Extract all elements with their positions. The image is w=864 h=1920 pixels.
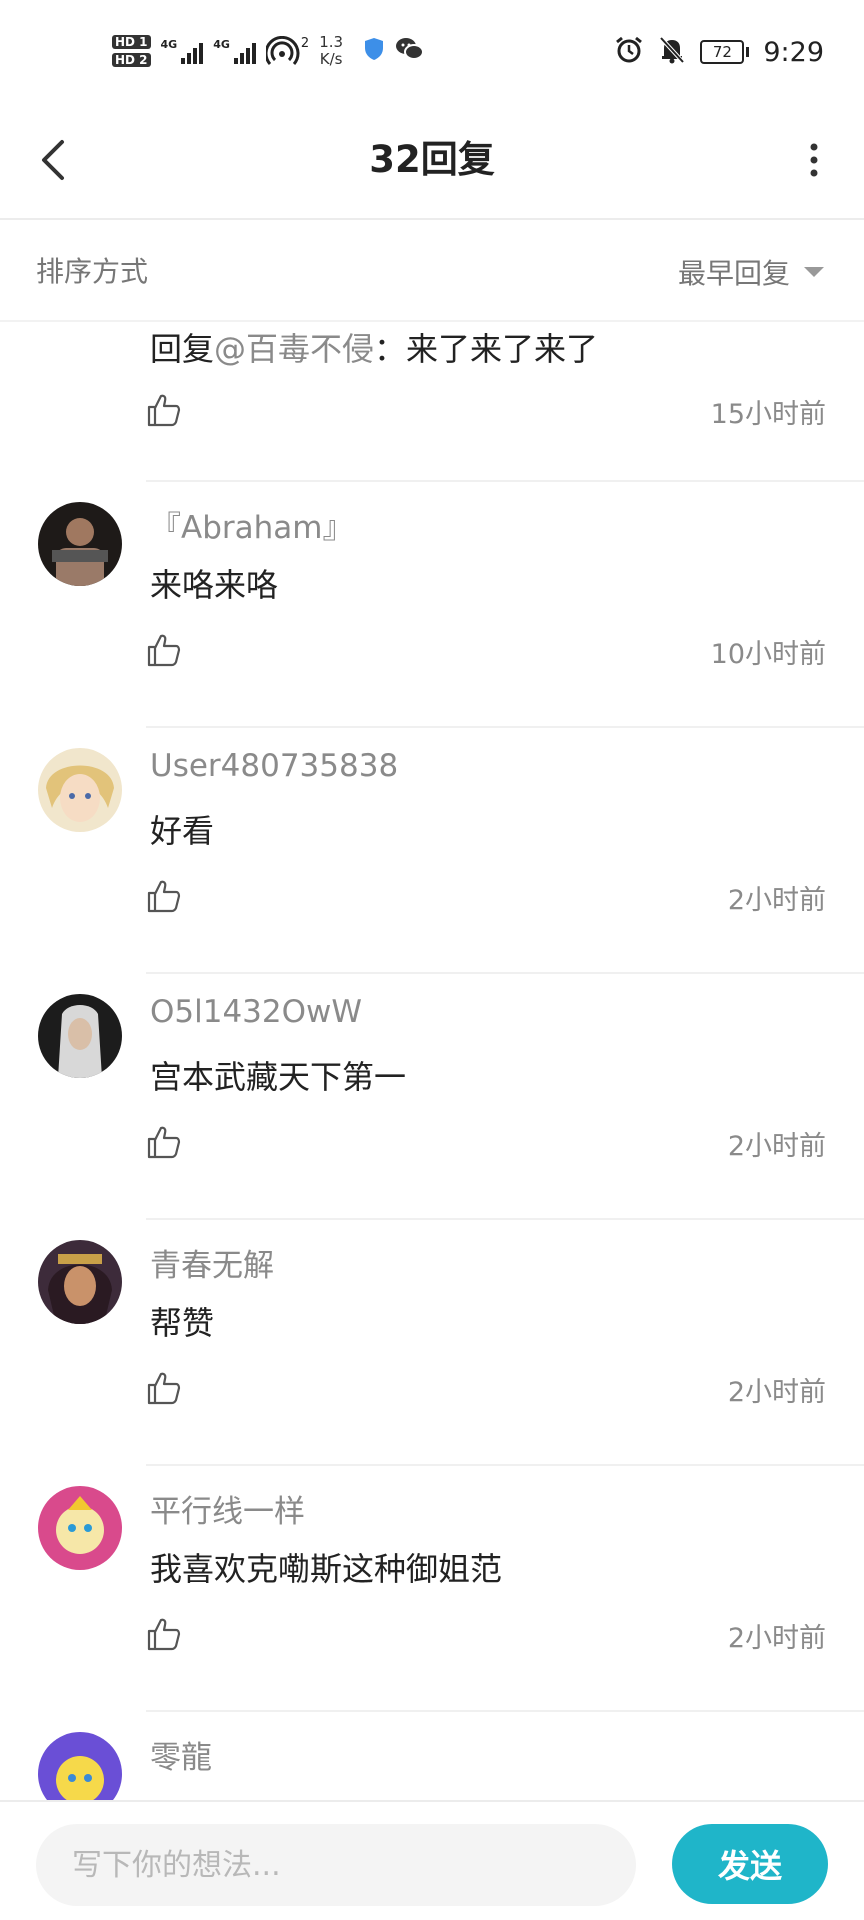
hd1-badge: HD 1 bbox=[112, 35, 151, 49]
reply-time: 2小时前 bbox=[727, 1377, 826, 1408]
more-vertical-icon bbox=[810, 143, 818, 177]
mention-link[interactable]: @百毒不侵 bbox=[214, 330, 374, 368]
network-2-label: 4G bbox=[213, 38, 230, 51]
status-right: 72 9:29 bbox=[614, 30, 824, 74]
avatar[interactable] bbox=[38, 1240, 122, 1324]
reply-username[interactable]: O5l1432OwW bbox=[150, 994, 362, 1030]
reply-username[interactable]: User480735838 bbox=[150, 748, 398, 784]
speed-unit: K/s bbox=[319, 50, 343, 68]
reply-content: 宫本武藏天下第一 bbox=[150, 1058, 407, 1096]
reply-content: 帮赞 bbox=[150, 1304, 215, 1342]
like-button[interactable] bbox=[146, 1616, 182, 1652]
speed-value: 1.3 bbox=[319, 33, 344, 51]
reply-item: 零龍 bbox=[0, 1712, 864, 1800]
status-bar: HD 1 HD 2 4G 4G 2 1.3 K/s 72 9:29 bbox=[0, 0, 864, 100]
reply-time: 2小时前 bbox=[727, 885, 826, 916]
avatar[interactable] bbox=[38, 1732, 122, 1800]
screen: HD 1 HD 2 4G 4G 2 1.3 K/s 72 9:29 32回复 排… bbox=[0, 0, 864, 1920]
more-button[interactable] bbox=[794, 130, 834, 190]
reply-content: 好看 bbox=[150, 812, 215, 850]
reply-list[interactable]: 回复@百毒不侵：来了来了来了 15小时前 『Abraham』 来咯来咯 10小时… bbox=[0, 324, 864, 1800]
thumbs-up-icon bbox=[147, 634, 181, 667]
status-left: HD 1 HD 2 4G 4G 2 1.3 K/s bbox=[112, 26, 425, 76]
clock: 9:29 bbox=[763, 36, 824, 68]
sort-value: 最早回复 bbox=[677, 257, 790, 290]
avatar[interactable] bbox=[38, 748, 122, 832]
battery-level: 72 bbox=[700, 40, 745, 64]
reply-content: 我喜欢克嘞斯这种御姐范 bbox=[150, 1550, 503, 1588]
reply-username[interactable]: 青春无解 bbox=[150, 1240, 274, 1285]
like-button[interactable] bbox=[146, 878, 182, 914]
reply-item: 回复@百毒不侵：来了来了来了 15小时前 bbox=[0, 324, 864, 482]
alarm-icon bbox=[614, 35, 644, 69]
thumbs-up-icon bbox=[147, 880, 181, 913]
network-1-label: 4G bbox=[160, 38, 178, 51]
sort-bar: 排序方式 最早回复 bbox=[0, 222, 864, 322]
send-button[interactable]: 发送 bbox=[672, 1824, 828, 1904]
like-button[interactable] bbox=[146, 392, 182, 428]
reply-item: O5l1432OwW 宫本武藏天下第一 2小时前 bbox=[0, 974, 864, 1220]
reply-content: 来咯来咯 bbox=[150, 566, 279, 604]
caret-down-icon bbox=[804, 267, 824, 277]
thumbs-up-icon bbox=[147, 394, 181, 427]
header: 32回复 bbox=[0, 100, 864, 220]
mute-bell-icon bbox=[658, 35, 686, 69]
hotspot-icon: 2 bbox=[265, 36, 310, 66]
comment-input[interactable] bbox=[36, 1824, 636, 1906]
reply-item: User480735838 好看 2小时前 bbox=[0, 728, 864, 974]
reply-content: 回复@百毒不侵：来了来了来了 bbox=[150, 324, 598, 370]
sort-label: 排序方式 bbox=[36, 255, 149, 288]
composer-bar: 发送 bbox=[0, 1800, 864, 1920]
thumbs-up-icon bbox=[147, 1126, 181, 1159]
hd2-badge: HD 2 bbox=[112, 53, 151, 67]
wechat-icon bbox=[395, 36, 425, 66]
reply-username[interactable]: 零龍 bbox=[150, 1732, 212, 1777]
avatar[interactable] bbox=[38, 502, 122, 586]
hd-indicators: HD 1 HD 2 bbox=[112, 35, 151, 67]
reply-time: 2小时前 bbox=[727, 1623, 826, 1654]
reply-item: 平行线一样 我喜欢克嘞斯这种御姐范 2小时前 bbox=[0, 1466, 864, 1712]
reply-username[interactable]: 『Abraham』 bbox=[150, 502, 353, 547]
reply-item: 『Abraham』 来咯来咯 10小时前 bbox=[0, 482, 864, 728]
reply-item: 青春无解 帮赞 2小时前 bbox=[0, 1220, 864, 1466]
sort-dropdown[interactable]: 最早回复 bbox=[678, 222, 824, 322]
signal-2-icon: 4G bbox=[213, 38, 256, 64]
signal-1-icon: 4G bbox=[161, 38, 204, 64]
thumbs-up-icon bbox=[147, 1372, 181, 1405]
hotspot-count: 2 bbox=[300, 36, 310, 51]
like-button[interactable] bbox=[146, 632, 182, 668]
page-title: 32回复 bbox=[369, 138, 495, 181]
avatar[interactable] bbox=[38, 1486, 122, 1570]
avatar[interactable] bbox=[38, 994, 122, 1078]
thumbs-up-icon bbox=[147, 1618, 181, 1651]
reply-username[interactable]: 平行线一样 bbox=[150, 1486, 305, 1531]
battery-icon: 72 bbox=[700, 40, 750, 64]
shield-icon bbox=[363, 37, 385, 65]
network-speed: 1.3 K/s bbox=[319, 34, 343, 68]
reply-time: 2小时前 bbox=[727, 1131, 826, 1162]
like-button[interactable] bbox=[146, 1124, 182, 1160]
reply-time: 15小时前 bbox=[710, 399, 826, 430]
reply-time: 10小时前 bbox=[710, 639, 826, 670]
like-button[interactable] bbox=[146, 1370, 182, 1406]
reply-prefix: 回复 bbox=[150, 330, 215, 368]
reply-suffix: ：来了来了来了 bbox=[374, 330, 599, 368]
